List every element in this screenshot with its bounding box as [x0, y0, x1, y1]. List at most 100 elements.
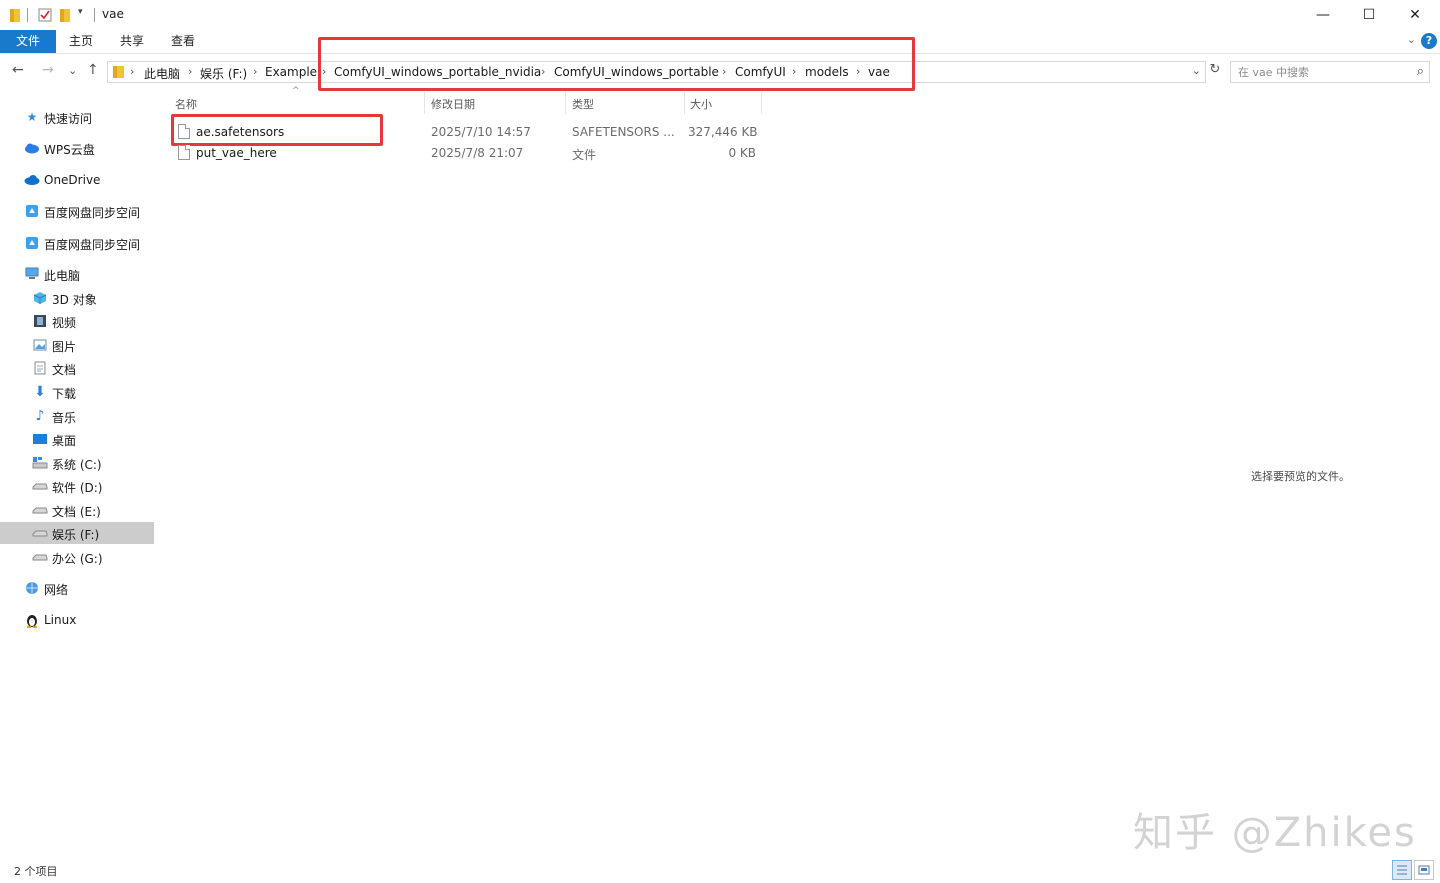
- sidebar-item-pictures[interactable]: 图片: [0, 334, 154, 356]
- address-dropdown-icon[interactable]: ⌄: [1192, 64, 1201, 77]
- sidebar-item-documents[interactable]: 文档: [0, 357, 154, 379]
- minimize-button[interactable]: —: [1300, 0, 1346, 30]
- breadcrumb-drive-f[interactable]: 娱乐 (F:): [200, 65, 247, 82]
- breadcrumb-example[interactable]: Example: [265, 65, 317, 79]
- column-header-size[interactable]: 大小: [690, 96, 712, 112]
- breadcrumb-separator[interactable]: ›: [322, 65, 326, 78]
- sidebar-item-this-pc[interactable]: 此电脑: [0, 263, 154, 285]
- sidebar-item-baidu-sync-1[interactable]: 百度网盘同步空间: [0, 200, 154, 222]
- tab-view[interactable]: 查看: [164, 30, 202, 53]
- sidebar-item-drive-d[interactable]: 软件 (D:): [0, 475, 154, 497]
- tab-share[interactable]: 共享: [113, 30, 151, 53]
- details-view-icon[interactable]: [1392, 860, 1412, 880]
- file-icon: [178, 145, 190, 160]
- breadcrumb-comfyui[interactable]: ComfyUI: [735, 65, 786, 79]
- new-folder-icon[interactable]: [59, 7, 71, 23]
- breadcrumb-separator[interactable]: ›: [722, 65, 726, 78]
- cloud-icon: [24, 140, 40, 156]
- maximize-button[interactable]: ☐: [1346, 0, 1392, 30]
- search-input[interactable]: [1231, 62, 1407, 82]
- breadcrumb-separator[interactable]: ›: [792, 65, 796, 78]
- windows-drive-icon: [32, 455, 48, 471]
- properties-icon[interactable]: [38, 7, 52, 23]
- drive-icon: [32, 549, 48, 565]
- large-icons-view-icon[interactable]: [1414, 860, 1434, 880]
- tab-home[interactable]: 主页: [62, 30, 100, 53]
- file-row[interactable]: put_vae_here 2025/7/8 21:07 文件 0 KB: [172, 143, 772, 164]
- sidebar-item-drive-e[interactable]: 文档 (E:): [0, 499, 154, 521]
- search-box[interactable]: ⌕: [1230, 61, 1430, 83]
- sidebar-item-videos[interactable]: 视频: [0, 310, 154, 332]
- sidebar-item-linux[interactable]: Linux: [0, 609, 154, 631]
- sidebar-item-network[interactable]: 网络: [0, 577, 154, 599]
- sidebar-item-label: 文档: [52, 363, 77, 377]
- sidebar-item-3d-objects[interactable]: 3D 对象: [0, 287, 154, 309]
- onedrive-icon: [24, 172, 40, 188]
- sidebar-item-label: 快速访问: [44, 112, 93, 126]
- column-header-type[interactable]: 类型: [572, 96, 594, 112]
- close-button[interactable]: ✕: [1392, 0, 1438, 30]
- address-bar[interactable]: › 此电脑 › 娱乐 (F:) › Example › ComfyUI_wind…: [107, 61, 1206, 83]
- expand-ribbon-icon[interactable]: ⌄: [1407, 33, 1416, 46]
- sidebar-item-label: 系统 (C:): [52, 458, 102, 472]
- preview-pane-message: 选择要预览的文件。: [1251, 470, 1350, 483]
- column-divider[interactable]: [565, 92, 566, 114]
- breadcrumb-vae[interactable]: vae: [868, 65, 890, 79]
- title-separator: [27, 8, 28, 22]
- column-divider[interactable]: [684, 92, 685, 114]
- back-arrow-icon[interactable]: ←: [12, 62, 24, 78]
- sidebar-item-desktop[interactable]: 桌面: [0, 428, 154, 450]
- recent-locations-icon[interactable]: ⌄: [68, 64, 77, 77]
- sidebar-item-drive-g[interactable]: 办公 (G:): [0, 546, 154, 568]
- file-name: ae.safetensors: [196, 125, 285, 139]
- sidebar-item-label: 桌面: [52, 434, 77, 448]
- sidebar-item-drive-c[interactable]: 系统 (C:): [0, 452, 154, 474]
- document-icon: [32, 360, 48, 376]
- folder-icon[interactable]: [9, 7, 21, 23]
- tab-file[interactable]: 文件: [0, 30, 56, 53]
- breadcrumb-separator[interactable]: ›: [253, 65, 257, 78]
- sidebar-item-label: 百度网盘同步空间: [44, 206, 141, 220]
- linux-icon: [24, 612, 40, 628]
- breadcrumb-comfyui-portable-nvidia[interactable]: ComfyUI_windows_portable_nvidia: [334, 65, 541, 79]
- sidebar-item-music[interactable]: ♪ 音乐: [0, 405, 154, 427]
- breadcrumb-separator[interactable]: ›: [541, 65, 545, 78]
- breadcrumb-this-pc[interactable]: 此电脑: [144, 65, 180, 82]
- sort-ascending-icon: ^: [292, 86, 300, 96]
- baidu-icon: [24, 235, 40, 251]
- sidebar-item-quick-access[interactable]: ★ 快速访问: [0, 106, 154, 128]
- network-icon: [24, 580, 40, 596]
- sidebar-item-label: 软件 (D:): [52, 481, 103, 495]
- sidebar-item-onedrive[interactable]: OneDrive: [0, 169, 154, 191]
- sidebar-item-label: 办公 (G:): [52, 552, 103, 566]
- breadcrumb-comfyui-portable[interactable]: ComfyUI_windows_portable: [554, 65, 719, 79]
- sidebar-item-drive-f[interactable]: 娱乐 (F:): [0, 522, 154, 544]
- sidebar-item-label: 文档 (E:): [52, 505, 101, 519]
- window-title: vae: [102, 7, 124, 21]
- star-icon: ★: [26, 110, 38, 124]
- ribbon-tabs: 文件 主页 共享 查看 ⌄ ?: [0, 30, 1440, 54]
- sidebar-item-downloads[interactable]: ⬇ 下载: [0, 381, 154, 403]
- file-icon: [178, 124, 190, 139]
- column-divider[interactable]: [424, 92, 425, 114]
- column-header-date[interactable]: 修改日期: [431, 96, 475, 112]
- up-arrow-icon[interactable]: ↑: [87, 62, 99, 78]
- breadcrumb-separator: ›: [130, 65, 135, 78]
- title-bar: ▾ vae — ☐ ✕: [0, 0, 1440, 30]
- sidebar-item-wps-cloud[interactable]: WPS云盘: [0, 137, 154, 159]
- sidebar-item-baidu-sync-2[interactable]: 百度网盘同步空间: [0, 232, 154, 254]
- column-header-name[interactable]: 名称: [175, 96, 197, 112]
- breadcrumb-models[interactable]: models: [805, 65, 849, 79]
- breadcrumb-separator[interactable]: ›: [856, 65, 860, 78]
- sidebar-item-label: 下载: [52, 387, 77, 401]
- breadcrumb-separator[interactable]: ›: [188, 65, 192, 78]
- customize-toolbar-icon[interactable]: ▾: [78, 7, 83, 23]
- file-row[interactable]: ae.safetensors 2025/7/10 14:57 SAFETENSO…: [172, 122, 772, 143]
- help-icon[interactable]: ?: [1421, 33, 1437, 49]
- refresh-icon[interactable]: ↻: [1206, 62, 1224, 77]
- search-icon[interactable]: ⌕: [1417, 64, 1424, 79]
- zhihu-watermark: 知乎 @Zhikes: [1133, 810, 1417, 856]
- baidu-icon: [24, 203, 40, 219]
- forward-arrow-icon[interactable]: →: [42, 62, 54, 78]
- column-divider[interactable]: [761, 92, 762, 114]
